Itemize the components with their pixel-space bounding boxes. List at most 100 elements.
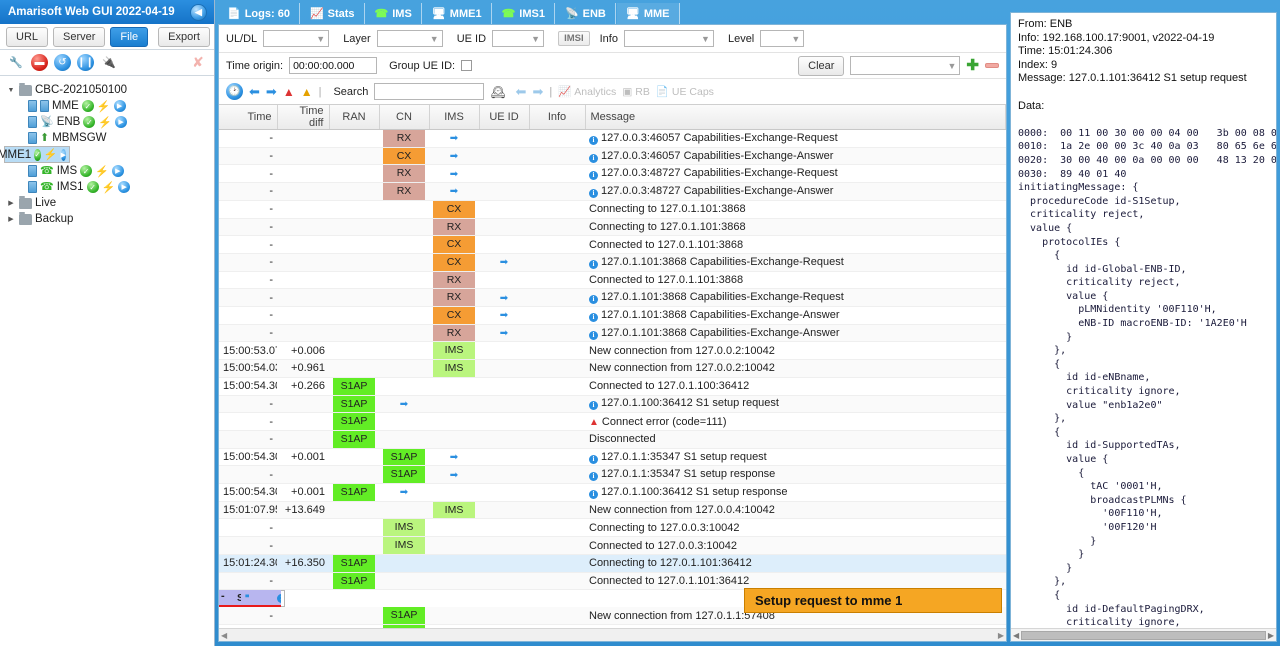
ueid-select[interactable]: ▼ (492, 30, 545, 47)
plug-icon[interactable]: 🔌 (100, 54, 118, 72)
table-row[interactable]: -S1AP➡i127.0.1.101:36412 S1 setup reques… (219, 590, 285, 608)
table-row[interactable]: 15:00:53.078+0.006 IMS New connection from… (219, 341, 1006, 361)
chevron-right-icon[interactable]: ▶ (6, 199, 16, 207)
table-row[interactable]: - RX Connected to 127.0.1.101:3868 (219, 271, 1006, 290)
clock-icon[interactable]: 🕑 (226, 83, 243, 100)
table-row[interactable]: - S1AP ➡ i 127.0.1.1:35347 S1 setup response (219, 465, 1006, 485)
chevron-right-icon[interactable]: ▶ (6, 215, 16, 223)
export-button[interactable]: Export (158, 26, 210, 47)
scroll-left-icon[interactable]: ◀ (1013, 631, 1019, 640)
search-next-icon[interactable]: ➡ (532, 85, 543, 98)
table-row[interactable]: - CX ➡ i 127.0.0.3:46057 Capabilities-Exchan… (219, 147, 1006, 166)
table-row[interactable]: - S1AP ➡ i 127.0.1.100:36412 S1 setup reques… (219, 395, 1006, 414)
col-ran[interactable]: RAN (329, 105, 380, 130)
tab-ims1[interactable]: ☎ IMS1 (493, 3, 555, 24)
table-row[interactable]: - RX ➡ i 127.0.0.3:48727 Capabilities-Exchan… (219, 164, 1006, 184)
layer-select[interactable]: ▼ (376, 30, 443, 47)
uldl-select[interactable]: ▼ (263, 30, 330, 47)
table-row[interactable]: - CX ➡ i 127.0.1.101:3868 Capabilities-Excha… (219, 253, 1006, 272)
table-row[interactable]: - RX ➡ i 127.0.1.101:3868 Capabilities-Excha… (219, 288, 1006, 308)
table-row[interactable]: - IMS Connected to 127.0.0.3:10042 (219, 536, 1006, 555)
warning-icon[interactable]: ▲ (301, 85, 313, 99)
scroll-right-icon[interactable]: ▶ (998, 631, 1004, 640)
bolt-icon[interactable]: ⚡ (97, 100, 111, 113)
arrow-right-icon[interactable]: ➡ (266, 85, 277, 98)
tree-node-ims1[interactable]: ☎ IMS1 ✓ ⚡ ▶ (4, 179, 210, 195)
table-row[interactable]: 15:00:54.306+0.001 S1AP ➡ i127.0.1.1:35347 … (219, 448, 1006, 467)
col-cn[interactable]: CN (379, 105, 430, 130)
table-row[interactable]: 15:01:24.306+16.350S1AP Connecting to 127… (219, 554, 1006, 573)
tab-enb[interactable]: 📡 ENB (556, 3, 616, 24)
table-row[interactable]: - CX Connecting to 127.0.1.101:3868 (219, 200, 1006, 219)
minus-icon[interactable] (985, 63, 999, 68)
play-icon[interactable]: ▶ (115, 116, 128, 128)
chevron-down-icon[interactable]: ▼ (6, 87, 16, 94)
error-icon[interactable]: ▲ (283, 85, 295, 99)
table-row[interactable]: - RX Connecting to 127.0.1.101:3868 (219, 218, 1006, 237)
rb-button[interactable]: ▣ RB (622, 86, 650, 98)
bolt-icon[interactable]: ⚡ (102, 181, 116, 194)
scroll-left-icon[interactable]: ◀ (221, 631, 227, 640)
scrollbar-thumb[interactable] (1021, 630, 1266, 640)
col-time[interactable]: Time (219, 105, 278, 130)
pause-icon[interactable]: ❙❙ (77, 54, 94, 71)
close-icon[interactable]: ✘ (189, 54, 207, 72)
tab-mme1[interactable]: 🖥 MME1 (423, 3, 492, 24)
imsi-button[interactable]: IMSI (558, 31, 590, 46)
search-prev-icon[interactable]: ⬅ (516, 85, 527, 98)
tab-stats[interactable]: 📈 Stats (301, 3, 365, 24)
table-row[interactable]: 15:01:07.956+13.649 IMS New connection fro… (219, 501, 1006, 520)
refresh-icon[interactable]: ↺ (54, 54, 71, 71)
tab-mme[interactable]: 🖥 MME (616, 3, 680, 24)
table-row[interactable]: 15:00:54.307+0.001S1AP ➡ i127.0.1.100:3641… (219, 483, 1006, 502)
plus-icon[interactable]: ✚ (966, 58, 979, 73)
bolt-icon[interactable]: ⚡ (95, 165, 109, 178)
tree-node-backup[interactable]: ▶ Backup (4, 211, 210, 227)
scroll-right-icon[interactable]: ▶ (1268, 631, 1274, 640)
bolt-icon[interactable]: ⚡ (98, 116, 112, 129)
table-row[interactable]: - S1AP Disconnected (219, 430, 1006, 449)
logs-horizontal-scrollbar[interactable]: ◀ ▶ (219, 628, 1006, 641)
table-row[interactable]: - RX ➡ i 127.0.0.3:48727 Capabilities-Exchan… (219, 182, 1006, 201)
chevron-left-icon[interactable]: ◀ (191, 4, 206, 20)
table-row[interactable]: 15:01:24.307+0.001 S1AP ➡ i127.0.1.1:57408 … (219, 624, 1006, 628)
table-row[interactable]: - CX Connected to 127.0.1.101:3868 (219, 235, 1006, 254)
table-row[interactable]: - S1AP ▲ Connect error (code=111) (219, 412, 1006, 431)
table-row[interactable]: 15:00:54.039+0.961 IMS New connection from… (219, 359, 1006, 378)
uecaps-button[interactable]: 📄 UE Caps (656, 85, 714, 99)
col-ueid[interactable]: UE ID (479, 105, 530, 130)
url-button[interactable]: URL (6, 26, 49, 47)
wrench-icon[interactable]: 🔧 (7, 54, 25, 72)
tree-node-root[interactable]: ▼ CBC-2021050100 (4, 82, 210, 98)
col-time-diff[interactable]: Time diff (277, 105, 330, 130)
tree-node-enb[interactable]: 📡 ENB ✓ ⚡ ▶ (4, 114, 210, 130)
server-button[interactable]: Server (53, 26, 106, 47)
play-icon[interactable]: ▶ (111, 165, 124, 177)
tree-node-mme1[interactable]: MME1 ✓ ⚡ ▶ (0, 146, 70, 163)
tree-node-mme[interactable]: MME ✓ ⚡ ▶ (4, 98, 210, 114)
tab-logs[interactable]: 📄 Logs: 60 (218, 3, 300, 24)
table-row[interactable]: - RX ➡ i 127.0.1.101:3868 Capabilities-Excha… (219, 324, 1006, 343)
tree-node-live[interactable]: ▶ Live (4, 195, 210, 211)
play-icon[interactable]: ▶ (60, 148, 66, 161)
col-info[interactable]: Info (529, 105, 586, 130)
group-ueid-checkbox[interactable] (461, 60, 473, 71)
table-row[interactable]: - IMS Connecting to 127.0.0.3:10042 (219, 518, 1006, 538)
tree-node-mbmsgw[interactable]: ⬆ MBMSGW (4, 130, 210, 146)
arrow-left-icon[interactable]: ⬅ (249, 85, 260, 98)
level-select[interactable]: ▼ (760, 30, 805, 47)
tree-node-ims[interactable]: ☎ IMS ✓ ⚡ ▶ (4, 163, 210, 179)
info-select[interactable]: ▼ (623, 30, 714, 47)
detail-horizontal-scrollbar[interactable]: ◀ ▶ (1011, 628, 1276, 641)
table-row[interactable]: - RX ➡ i 127.0.0.3:46057 Capabilities-Exchan… (219, 129, 1006, 148)
col-ims[interactable]: IMS (429, 105, 480, 130)
clear-button[interactable]: Clear (798, 55, 845, 76)
tab-ims[interactable]: ☎ IMS (366, 3, 422, 24)
preset-select[interactable]: ▼ (850, 56, 961, 75)
play-icon[interactable]: ▶ (113, 100, 126, 112)
bolt-icon[interactable]: ⚡ (44, 148, 58, 161)
table-row[interactable]: 15:00:54.305+0.266S1AP Connected to 127.0… (219, 377, 1006, 396)
play-icon[interactable]: ▶ (118, 181, 131, 193)
binoculars-icon[interactable]: 🕰 (490, 85, 505, 99)
analytics-button[interactable]: 📈 Analytics (558, 85, 616, 99)
